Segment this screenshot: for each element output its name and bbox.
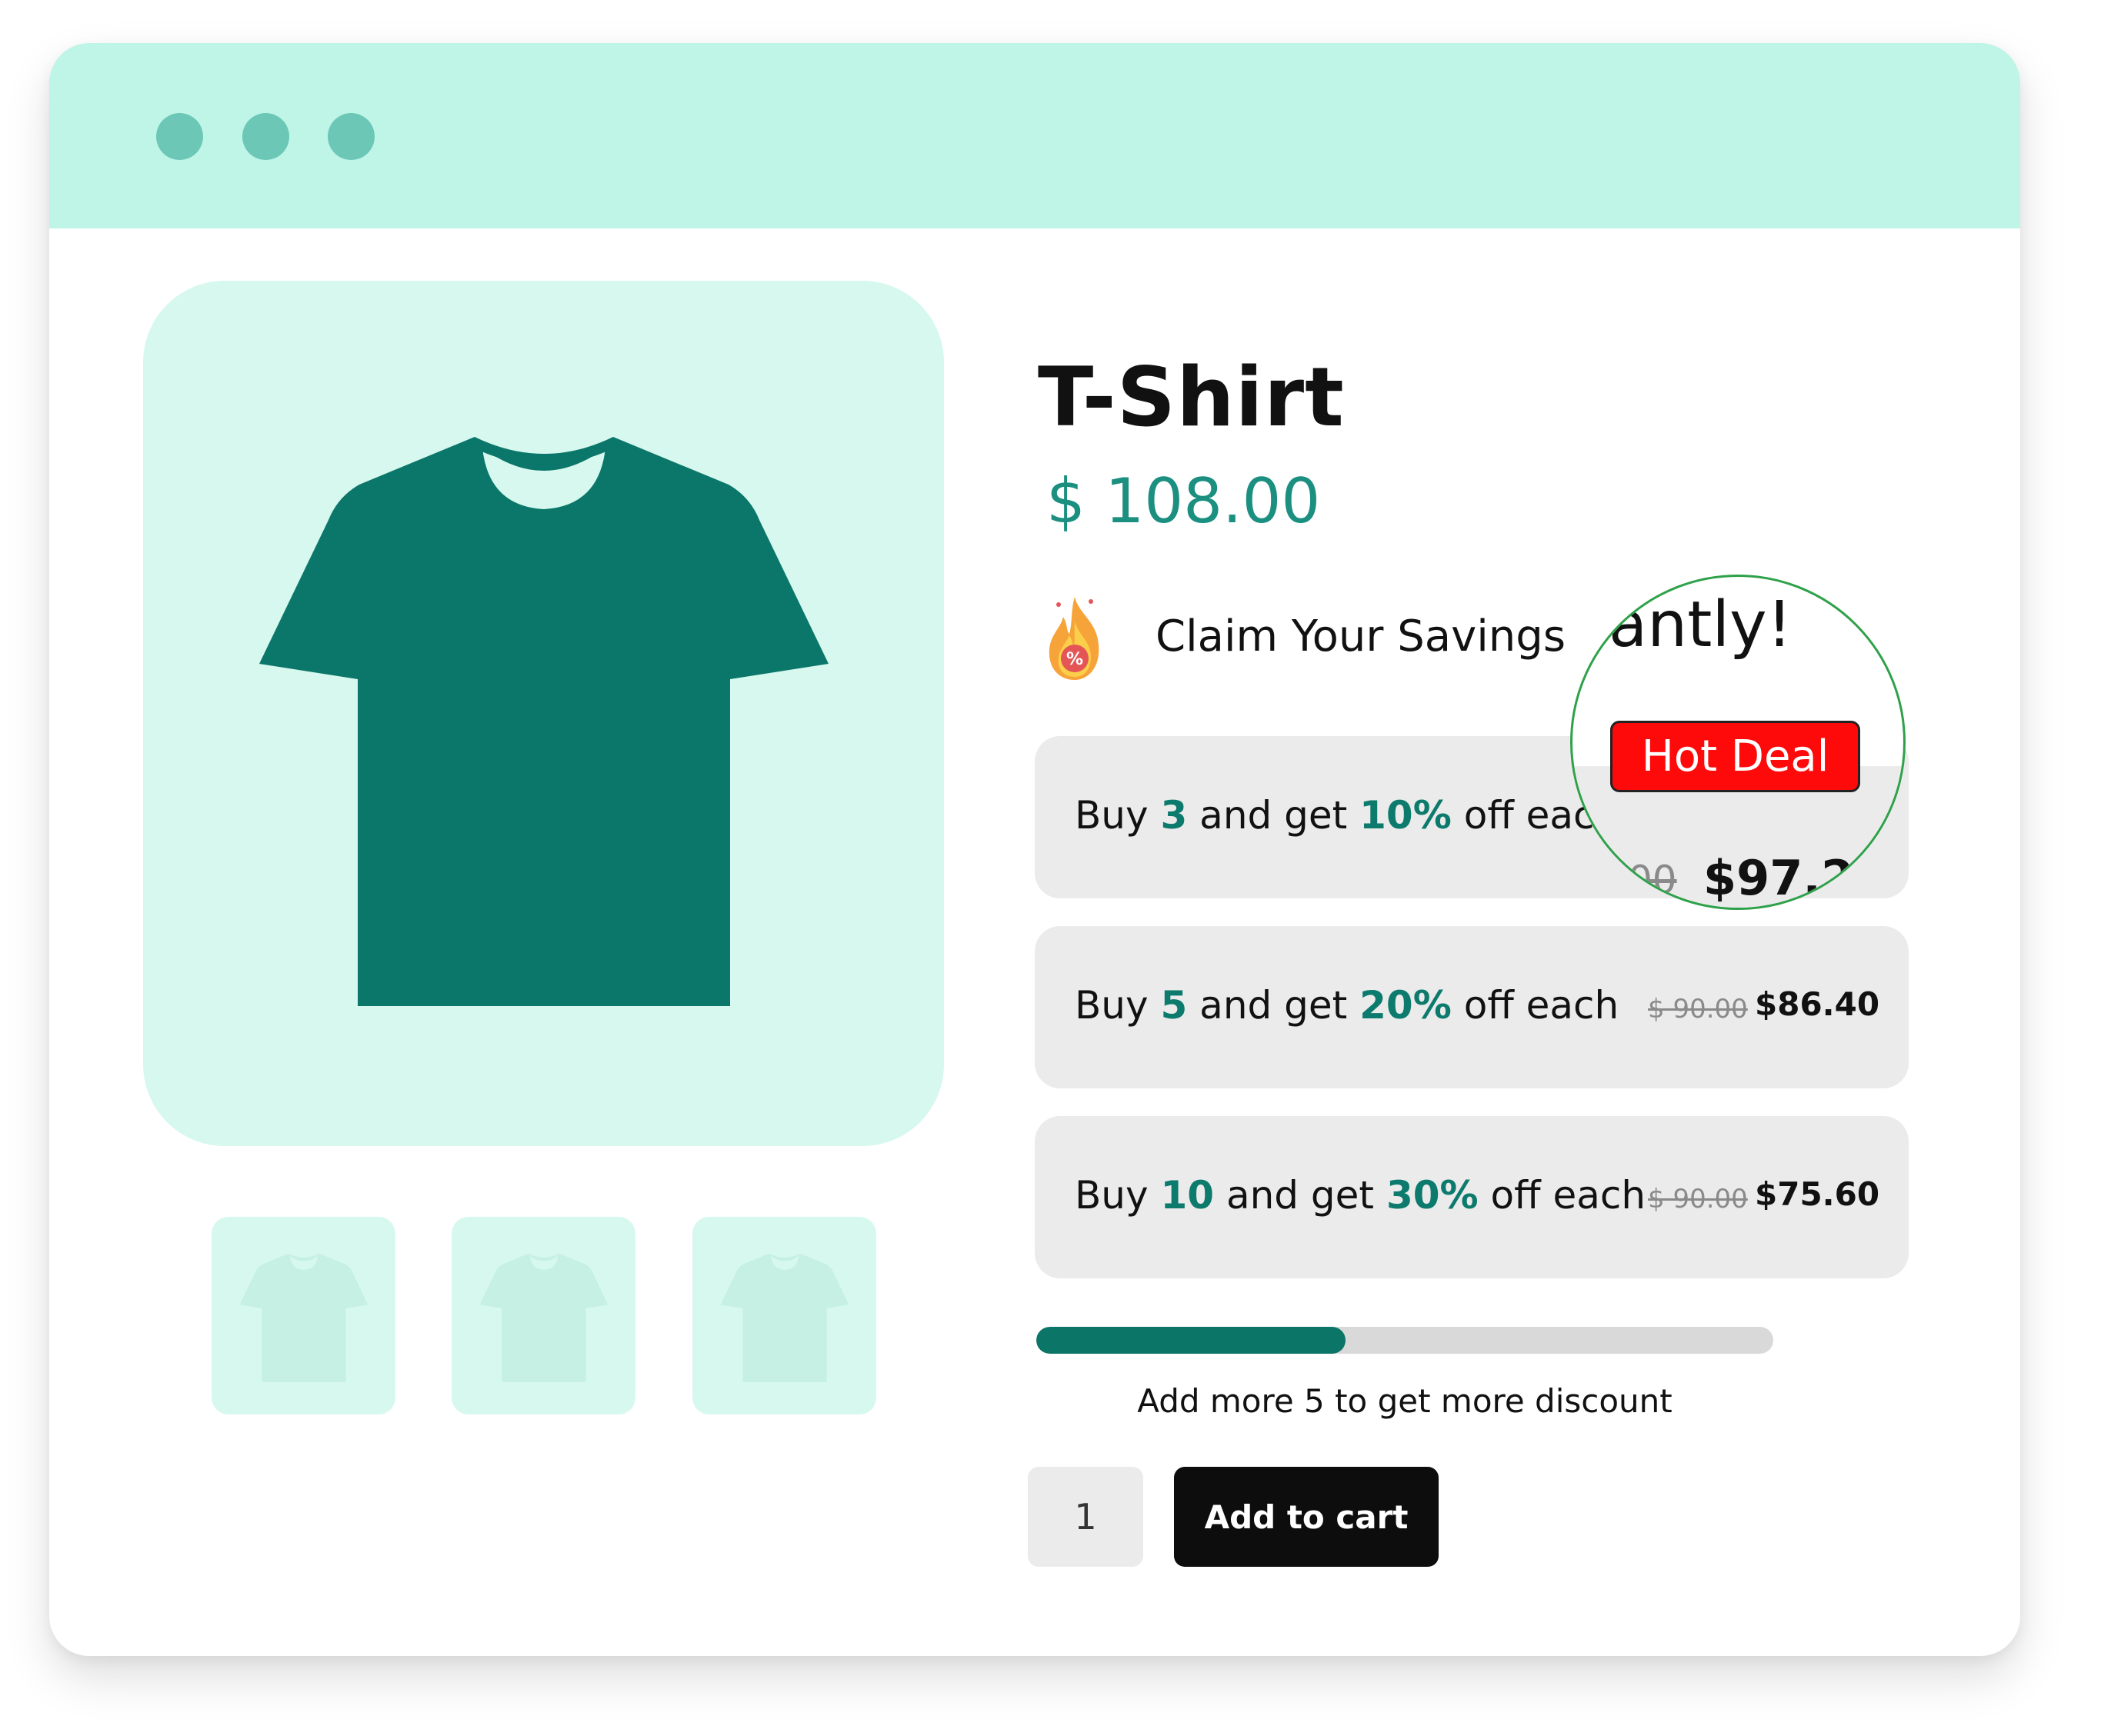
- magnified-original-price: 00: [1628, 858, 1677, 902]
- window-titlebar: [49, 43, 2020, 228]
- hot-deal-badge: Hot Deal: [1610, 721, 1860, 792]
- deal-option-3[interactable]: Buy 10 and get 30% off each $ 90.00 $75.…: [1035, 1116, 1909, 1278]
- product-title: T-Shirt: [1038, 350, 1345, 445]
- product-thumbnail-1[interactable]: [212, 1217, 395, 1414]
- magnifier-lens: antly! Hot Deal 00 $97.20: [1570, 575, 1906, 910]
- tshirt-thumbnail-icon: [239, 1253, 368, 1382]
- product-thumbnail-2[interactable]: [452, 1217, 635, 1414]
- deal-description: Buy 3 and get 10% off each: [1075, 793, 1619, 838]
- deal-discount: 10%: [1359, 793, 1452, 838]
- deal-discount: 20%: [1359, 983, 1452, 1028]
- deal-description: Buy 10 and get 30% off each: [1075, 1173, 1646, 1218]
- progress-message: Add more 5 to get more discount: [1137, 1382, 1672, 1420]
- deal-discount: 30%: [1386, 1173, 1479, 1218]
- main-product-image: [143, 281, 944, 1146]
- window-dot-1[interactable]: [156, 113, 203, 160]
- svg-text:%: %: [1066, 650, 1083, 669]
- magnified-tagline: antly!: [1609, 588, 1793, 661]
- fire-percent-icon: %: [1049, 597, 1099, 680]
- deal-original-price: $ 90.00: [1648, 1184, 1748, 1215]
- deal-quantity: 10: [1160, 1173, 1215, 1218]
- deal-original-price: $ 90.00: [1648, 994, 1748, 1025]
- product-thumbnail-3[interactable]: [692, 1217, 876, 1414]
- deal-quantity: 5: [1160, 983, 1188, 1028]
- tshirt-thumbnail-icon: [479, 1253, 608, 1382]
- deal-quantity: 3: [1160, 793, 1188, 838]
- magnified-discounted-price: $97.20: [1703, 850, 1888, 906]
- window-dot-3[interactable]: [328, 113, 375, 160]
- tshirt-thumbnail-icon: [720, 1253, 849, 1382]
- deal-discounted-price: $75.60: [1755, 1175, 1880, 1213]
- window-dot-2[interactable]: [242, 113, 289, 160]
- deal-option-2[interactable]: Buy 5 and get 20% off each $ 90.00 $86.4…: [1035, 926, 1909, 1088]
- deal-discounted-price: $86.40: [1755, 985, 1880, 1023]
- discount-progress-fill: [1036, 1327, 1346, 1354]
- quantity-input[interactable]: [1028, 1467, 1143, 1567]
- savings-tagline: Claim Your Savings: [1156, 611, 1566, 661]
- deal-description: Buy 5 and get 20% off each: [1075, 983, 1619, 1028]
- add-to-cart-button[interactable]: Add to cart: [1174, 1467, 1439, 1567]
- discount-progress-bar: [1036, 1327, 1773, 1354]
- product-price: $ 108.00: [1046, 465, 1321, 537]
- tshirt-icon: [258, 436, 829, 1006]
